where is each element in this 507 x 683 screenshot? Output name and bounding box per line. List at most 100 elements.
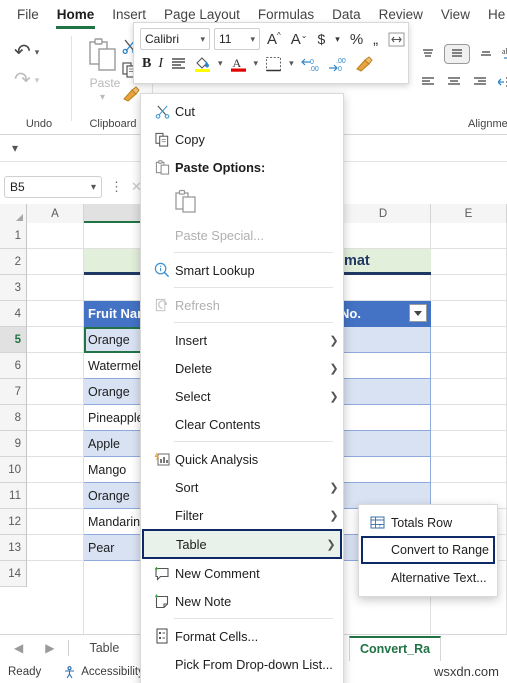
increase-decimal-icon[interactable]: .00 0: [328, 56, 348, 72]
comma-format-icon[interactable]: „: [370, 31, 381, 48]
align-top-icon[interactable]: [420, 47, 436, 61]
menu-item-new-note[interactable]: New Note: [141, 587, 343, 615]
row-header-12[interactable]: 12: [0, 509, 26, 535]
cell-d10[interactable]: [336, 457, 431, 483]
format-painter-button[interactable]: [122, 86, 140, 102]
cell-e8[interactable]: [431, 405, 507, 431]
chevron-down-icon[interactable]: ▾: [12, 141, 18, 155]
cell-e9[interactable]: [431, 431, 507, 457]
cell-a6[interactable]: [27, 353, 84, 379]
cell-a-gap[interactable]: [27, 561, 84, 634]
format-painter-icon[interactable]: [355, 55, 373, 72]
chevron-down-icon[interactable]: ▾: [100, 92, 105, 103]
menu-item-insert[interactable]: Insert ❯: [141, 326, 343, 354]
row-header-3[interactable]: 3: [0, 275, 26, 301]
menu-item-format-cells[interactable]: Format Cells...: [141, 622, 343, 650]
menu-item-filter[interactable]: Filter ❯: [141, 501, 343, 529]
ribbon-tab-file[interactable]: File: [8, 5, 48, 26]
decrease-indent-icon[interactable]: [498, 76, 507, 88]
row-header-8[interactable]: 8: [0, 405, 26, 431]
bold-button[interactable]: B: [142, 56, 151, 72]
align-right-icon[interactable]: [472, 76, 488, 88]
row-header-7[interactable]: 7: [0, 379, 26, 405]
cell-a13[interactable]: [27, 535, 84, 561]
cell-d1[interactable]: [336, 223, 431, 249]
align-left-icon[interactable]: [420, 76, 436, 88]
paste-option-keep-source-formatting[interactable]: [141, 181, 343, 221]
increase-font-size-icon[interactable]: A^: [264, 31, 284, 48]
ribbon-tab-help[interactable]: He: [479, 5, 507, 26]
sheet-nav-prev-icon[interactable]: ◀: [14, 641, 23, 655]
cell-a3[interactable]: [27, 275, 84, 301]
percent-format-icon[interactable]: %: [347, 31, 366, 48]
menu-item-table[interactable]: Table ❯: [142, 529, 342, 559]
column-header-a[interactable]: A: [27, 204, 84, 223]
chevron-down-icon[interactable]: ▾: [91, 182, 96, 193]
cell-e1[interactable]: [431, 223, 507, 249]
wrap-text-icon[interactable]: [385, 32, 408, 47]
name-box[interactable]: B5 ▾: [4, 176, 102, 198]
cell-a12[interactable]: [27, 509, 84, 535]
paste-icon[interactable]: [88, 38, 118, 72]
undo-button[interactable]: ↶ ▾: [14, 42, 39, 62]
cell-e4[interactable]: [431, 301, 507, 327]
select-all-corner[interactable]: [0, 204, 27, 223]
cell-a9[interactable]: [27, 431, 84, 457]
align-middle-icon[interactable]: [444, 44, 470, 64]
decrease-decimal-icon[interactable]: 0 .00: [300, 56, 321, 72]
filter-dropdown-button[interactable]: [409, 304, 427, 322]
menu-item-clear-contents[interactable]: Clear Contents: [141, 410, 343, 438]
font-color-icon[interactable]: A: [230, 55, 247, 72]
row-header-6[interactable]: 6: [0, 353, 26, 379]
row-header-4[interactable]: 4: [0, 301, 26, 327]
sheet-nav-arrows[interactable]: ◀ ▶: [0, 641, 68, 655]
menu-item-pick-from-dropdown-list[interactable]: Pick From Drop-down List...: [141, 650, 343, 678]
cell-e2[interactable]: [431, 249, 507, 275]
row-header-1[interactable]: 1: [0, 223, 26, 249]
currency-format-icon[interactable]: $: [315, 31, 329, 47]
font-name-combo[interactable]: Calibri ▾: [140, 28, 210, 50]
chevron-down-icon[interactable]: ▾: [254, 58, 259, 69]
ribbon-tab-view[interactable]: View: [432, 5, 479, 26]
menu-item-select[interactable]: Select ❯: [141, 382, 343, 410]
submenu-item-convert-to-range[interactable]: Convert to Range: [361, 536, 495, 564]
cell-d8[interactable]: [336, 405, 431, 431]
chevron-down-icon[interactable]: ▾: [332, 34, 343, 45]
menu-item-quick-analysis[interactable]: Quick Analysis: [141, 445, 343, 473]
cell-a11[interactable]: [27, 483, 84, 509]
cell-a7[interactable]: [27, 379, 84, 405]
formula-bar-more-icon[interactable]: ⋮: [110, 179, 124, 195]
row-header-5[interactable]: 5: [0, 327, 26, 353]
italic-button[interactable]: I: [158, 56, 163, 72]
align-bottom-icon[interactable]: [478, 47, 494, 61]
borders-icon[interactable]: [265, 56, 282, 72]
decrease-font-size-icon[interactable]: A⌄: [288, 31, 311, 48]
cell-d9[interactable]: [336, 431, 431, 457]
submenu-item-totals-row[interactable]: Σ Totals Row: [359, 509, 497, 536]
font-size-combo[interactable]: 11 ▾: [214, 28, 260, 50]
menu-item-cut[interactable]: Cut: [141, 97, 343, 125]
cell-e10[interactable]: [431, 457, 507, 483]
table-header-no[interactable]: No.: [336, 301, 431, 327]
column-header-e[interactable]: E: [431, 204, 507, 223]
menu-item-new-comment[interactable]: New Comment: [141, 559, 343, 587]
cell-a1[interactable]: [27, 223, 84, 249]
sheet-tab-convert-range-active[interactable]: Convert_Ra: [348, 635, 442, 661]
menu-item-copy[interactable]: Copy: [141, 125, 343, 153]
row-header-14[interactable]: 14: [0, 561, 26, 587]
sheet-nav-next-icon[interactable]: ▶: [45, 641, 54, 655]
row-header-9[interactable]: 9: [0, 431, 26, 457]
chevron-down-icon[interactable]: ▾: [218, 58, 223, 69]
cell-d7[interactable]: [336, 379, 431, 405]
cell-a5[interactable]: [27, 327, 84, 353]
menu-item-sort[interactable]: Sort ❯: [141, 473, 343, 501]
redo-button[interactable]: ↷ ▾: [14, 70, 39, 90]
cell-e6[interactable]: [431, 353, 507, 379]
row-header-10[interactable]: 10: [0, 457, 26, 483]
cell-d5[interactable]: [336, 327, 431, 353]
cell-d6[interactable]: [336, 353, 431, 379]
fill-color-icon[interactable]: [194, 55, 211, 72]
row-header-2[interactable]: 2: [0, 249, 26, 275]
submenu-item-alternative-text[interactable]: Alternative Text...: [359, 564, 497, 591]
align-icon[interactable]: [170, 57, 187, 70]
